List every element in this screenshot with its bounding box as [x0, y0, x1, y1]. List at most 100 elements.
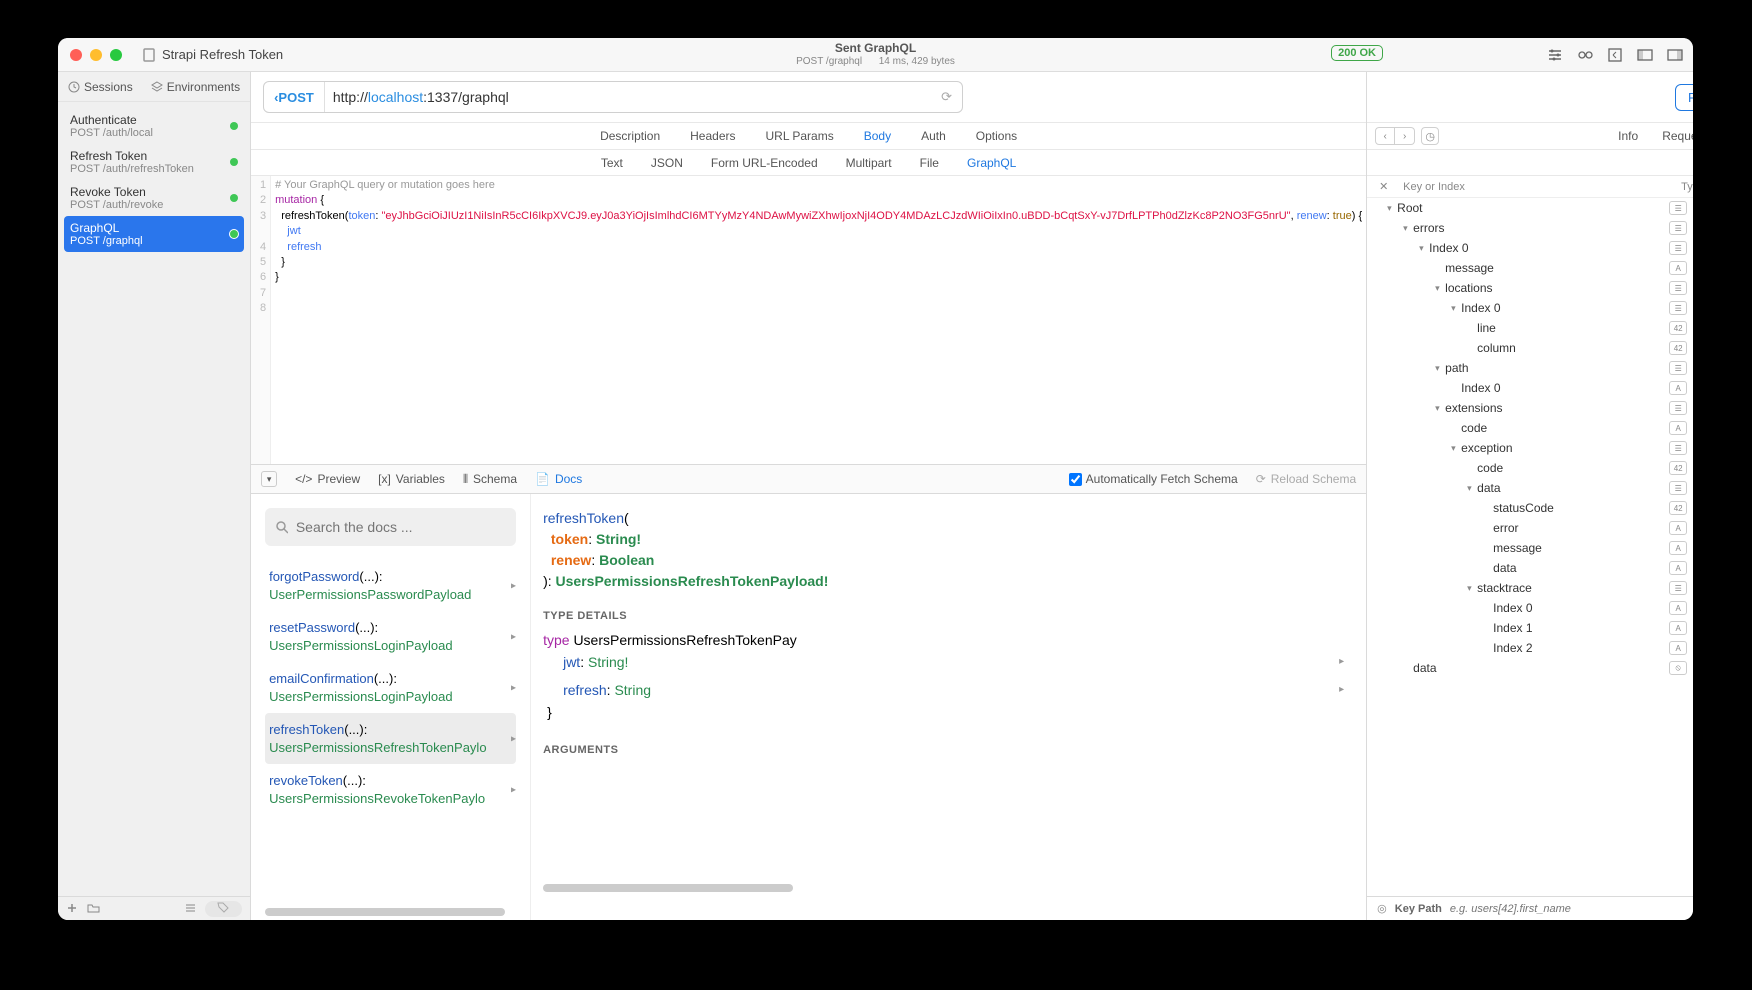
tab-options[interactable]: Options [976, 129, 1017, 143]
scrollbar[interactable] [265, 908, 505, 916]
doc-item[interactable]: forgotPassword(...): UserPermissionsPass… [265, 560, 516, 611]
glasses-icon[interactable] [1577, 47, 1593, 63]
reload-icon[interactable]: ⟳ [931, 89, 962, 105]
tree-row[interactable]: ▾ data☰4 items [1367, 478, 1693, 498]
zoom-icon[interactable] [110, 49, 122, 61]
scrollbar[interactable] [543, 884, 793, 892]
docs-list-panel: forgotPassword(...): UserPermissionsPass… [251, 494, 531, 920]
target-icon[interactable]: ◎ [1377, 902, 1387, 915]
back-button[interactable]: ‹ [1375, 127, 1395, 145]
docs-tab[interactable]: 📄 Docs [535, 472, 582, 486]
tree-row[interactable]: codeAINTERNAL_SERVER_ERROR [1367, 418, 1693, 438]
tree-row[interactable]: messageABad Request [1367, 258, 1693, 278]
variables-tab[interactable]: [x] Variables [378, 472, 445, 486]
doc-item[interactable]: emailConfirmation(...): UsersPermissions… [265, 662, 516, 713]
minimize-icon[interactable] [90, 49, 102, 61]
sidebar-item[interactable]: Revoke TokenPOST /auth/revoke [58, 180, 250, 216]
panel-right-icon[interactable] [1667, 47, 1683, 63]
expand-icon[interactable] [1607, 47, 1623, 63]
json-tree[interactable]: ▾ Root☰2 items▾ errors☰1 item▾ Index 0☰4… [1367, 198, 1693, 896]
response-pane: POST http://localhost:1337/graphql 200 O… [1367, 72, 1693, 920]
sidebar-footer [58, 896, 250, 920]
subtab-form-url-encoded[interactable]: Form URL-Encoded [711, 156, 818, 170]
tree-row[interactable]: Index 2A at resolver (/Users/phillbramst… [1367, 638, 1693, 658]
subtab-text[interactable]: Text [601, 156, 623, 170]
tree-row[interactable]: line421 [1367, 318, 1693, 338]
tab-description[interactable]: Description [600, 129, 660, 143]
hdr-key: Key or Index [1391, 181, 1681, 193]
tree-row[interactable]: statusCode42400 [1367, 498, 1693, 518]
tree-row[interactable]: ▾ path☰1 item [1367, 358, 1693, 378]
schema-tab[interactable]: ⫴ Schema [463, 472, 517, 487]
layers-icon [151, 81, 163, 93]
forward-button[interactable]: › [1395, 127, 1415, 145]
tab-body[interactable]: Body [864, 129, 891, 143]
type-field[interactable]: refresh: String▸ [543, 676, 1354, 704]
tree-row[interactable]: ▾ Root☰2 items [1367, 198, 1693, 218]
tree-row[interactable]: Index 1A at checkBadRequest (/Users/phil… [1367, 618, 1693, 638]
subtab-file[interactable]: File [920, 156, 939, 170]
doc-item[interactable]: resetPassword(...): UsersPermissionsLogi… [265, 611, 516, 662]
tree-row[interactable]: column4210 [1367, 338, 1693, 358]
tree-row[interactable]: dataARefresh token is invalid [1367, 558, 1693, 578]
reload-schema-button[interactable]: ⟳ Reload Schema [1256, 472, 1356, 486]
plus-icon[interactable] [66, 902, 79, 915]
tab-headers[interactable]: Headers [690, 129, 735, 143]
tree-row[interactable]: ▾ extensions☰2 items [1367, 398, 1693, 418]
subtab-graphql[interactable]: GraphQL [967, 156, 1016, 170]
auto-fetch-checkbox[interactable]: Automatically Fetch Schema [1069, 472, 1238, 486]
method-selector[interactable]: ‹POST [264, 82, 325, 112]
tree-row[interactable]: ▾ locations☰1 item [1367, 278, 1693, 298]
tree-row[interactable]: Index 0AError: Bad Request [1367, 598, 1693, 618]
filter-tag[interactable] [205, 901, 242, 917]
collapse-all-icon[interactable]: ✕ [1379, 180, 1391, 193]
hdr-type: Type [1681, 181, 1693, 193]
type-field[interactable]: jwt: String!▸ [543, 648, 1354, 676]
close-icon[interactable] [70, 49, 82, 61]
subtab-json[interactable]: JSON [651, 156, 683, 170]
body-subtabs: Text JSON Form URL-Encoded Multipart File Gra… [251, 150, 1366, 176]
tree-row[interactable]: ▾ Index 0☰4 items [1367, 238, 1693, 258]
sidebar-item[interactable]: AuthenticatePOST /auth/local [58, 108, 250, 144]
tree-row[interactable]: messageARefresh token is invalid [1367, 538, 1693, 558]
response-footer: ◎ Key Path [1367, 896, 1693, 920]
tree-row[interactable]: ▾ stacktrace☰3 items [1367, 578, 1693, 598]
sidebar-item[interactable]: Refresh TokenPOST /auth/refreshToken [58, 144, 250, 180]
docs-panel: forgotPassword(...): UserPermissionsPass… [251, 494, 1366, 920]
list-icon[interactable] [184, 902, 197, 915]
panel-left-icon[interactable] [1637, 47, 1653, 63]
tree-row[interactable]: ▾ exception☰3 items [1367, 438, 1693, 458]
tree-row[interactable]: ▾ errors☰1 item [1367, 218, 1693, 238]
resp-tab-info[interactable]: Info [1618, 129, 1638, 143]
code[interactable]: # Your GraphQL query or mutation goes he… [271, 176, 1366, 464]
resp-tab-request[interactable]: Request [1662, 129, 1693, 143]
tab-sessions[interactable]: Sessions [68, 80, 133, 94]
tree-row[interactable]: data⦸null [1367, 658, 1693, 678]
tree-row[interactable]: errorABad Request [1367, 518, 1693, 538]
tab-auth[interactable]: Auth [921, 129, 946, 143]
response-nav: ‹ › ◷ InfoRequestResponse [1367, 122, 1693, 150]
app-window: Strapi Refresh Token Sent GraphQL POST /… [58, 38, 1693, 920]
search-icon [275, 520, 288, 534]
tree-row[interactable]: ▾ Index 0☰2 items [1367, 298, 1693, 318]
code-editor[interactable]: 12345678 # Your GraphQL query or mutatio… [251, 176, 1366, 464]
tab-url-params[interactable]: URL Params [765, 129, 833, 143]
doc-item[interactable]: revokeToken(...): UsersPermissionsRevoke… [265, 764, 516, 815]
history-button[interactable]: ◷ [1421, 127, 1439, 145]
subtab-multipart[interactable]: Multipart [846, 156, 892, 170]
preview-tab[interactable]: </> Preview [295, 472, 360, 486]
url-input[interactable]: http://localhost:1337/graphql [325, 89, 931, 105]
sidebar-item[interactable]: GraphQLPOST /graphql [64, 216, 244, 252]
tree-row[interactable]: Index 0ArefreshToken [1367, 378, 1693, 398]
tab-environments[interactable]: Environments [151, 80, 240, 94]
folder-icon[interactable] [87, 902, 100, 915]
doc-item[interactable]: refreshToken(...): UsersPermissionsRefre… [265, 713, 516, 764]
settings-icon[interactable] [1547, 47, 1563, 63]
tree-row[interactable]: code42400 [1367, 458, 1693, 478]
keypath-input[interactable] [1450, 903, 1693, 915]
docs-detail: refreshToken( token: String! renew: Bool… [531, 494, 1366, 920]
response-subtabs: HeadersJSON ▾Raw [1367, 150, 1693, 176]
docs-search[interactable] [265, 508, 516, 546]
dropdown-icon[interactable]: ▾ [261, 471, 277, 487]
docs-search-input[interactable] [296, 519, 506, 535]
